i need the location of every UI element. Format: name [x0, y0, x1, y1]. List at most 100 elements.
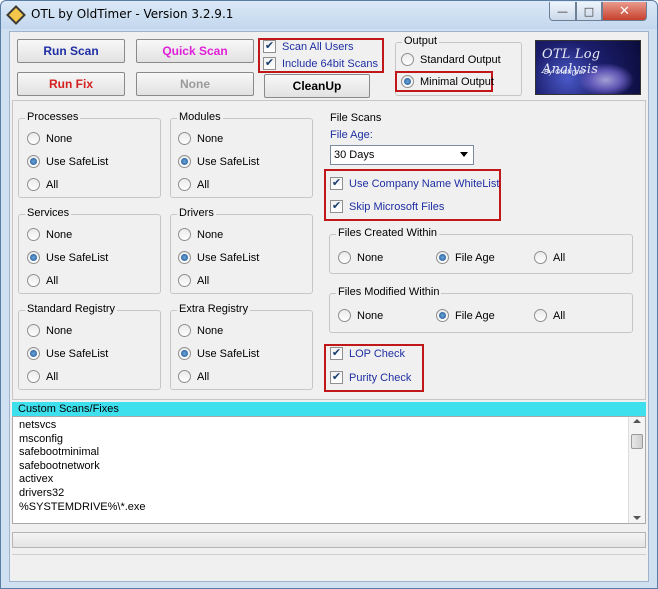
- standard-registry-none-radio[interactable]: None: [27, 324, 72, 337]
- services-none-radio[interactable]: None: [27, 228, 72, 241]
- title-bar[interactable]: OTL by OldTimer - Version 3.2.9.1 — □ ✕: [1, 1, 657, 29]
- custom-scans-textarea[interactable]: netsvcs msconfig safebootminimal safebootne…: [12, 416, 646, 524]
- scroll-thumb[interactable]: [631, 434, 643, 449]
- standard-output-label: Standard Output: [420, 53, 501, 66]
- run-scan-button[interactable]: Run Scan: [17, 39, 125, 63]
- created-none-radio[interactable]: None: [338, 251, 383, 264]
- modules-safelist-radio[interactable]: Use SafeList: [178, 155, 259, 168]
- radio-icon: [534, 309, 547, 322]
- modified-file-age-radio[interactable]: File Age: [436, 309, 495, 322]
- extra-registry-title: Extra Registry: [177, 303, 251, 315]
- radio-icon: [178, 132, 191, 145]
- chevron-down-icon: [460, 152, 468, 157]
- extra-registry-all-radio[interactable]: All: [178, 370, 209, 383]
- radio-icon: [27, 178, 40, 191]
- radio-label: Use SafeList: [197, 251, 260, 264]
- standard-registry-title: Standard Registry: [25, 303, 118, 315]
- main-panel: Run Scan Quick Scan Run Fix None CleanUp…: [9, 31, 649, 582]
- run-fix-button[interactable]: Run Fix: [17, 72, 125, 96]
- app-window: OTL by OldTimer - Version 3.2.9.1 — □ ✕ …: [0, 0, 658, 589]
- radio-icon: [178, 274, 191, 287]
- extra-registry-none-radio[interactable]: None: [178, 324, 223, 337]
- drivers-none-radio[interactable]: None: [178, 228, 223, 241]
- radio-icon: [178, 324, 191, 337]
- services-safelist-radio[interactable]: Use SafeList: [27, 251, 108, 264]
- radio-label: None: [197, 324, 224, 337]
- include-64bit-checkbox[interactable]: ✔ Include 64bit Scans: [263, 57, 378, 70]
- vertical-scrollbar[interactable]: [628, 417, 645, 523]
- file-age-value: 30 Days: [334, 149, 375, 161]
- radio-icon: [27, 132, 40, 145]
- scroll-down-icon[interactable]: [633, 516, 641, 520]
- radio-label: All: [197, 370, 210, 383]
- radio-label: All: [197, 178, 210, 191]
- radio-selected-icon: [178, 155, 191, 168]
- custom-scan-line: safebootnetwork: [19, 459, 100, 472]
- modified-all-radio[interactable]: All: [534, 309, 565, 322]
- radio-label: None: [357, 251, 384, 264]
- modules-title: Modules: [177, 111, 223, 123]
- modules-all-radio[interactable]: All: [178, 178, 209, 191]
- created-file-age-radio[interactable]: File Age: [436, 251, 495, 264]
- maximize-button[interactable]: □: [576, 2, 602, 21]
- modified-none-radio[interactable]: None: [338, 309, 383, 322]
- check-icon: ✔: [330, 200, 343, 213]
- radio-icon: [27, 370, 40, 383]
- drivers-all-radio[interactable]: All: [178, 274, 209, 287]
- standard-registry-safelist-radio[interactable]: Use SafeList: [27, 347, 108, 360]
- drivers-safelist-radio[interactable]: Use SafeList: [178, 251, 259, 264]
- created-all-radio[interactable]: All: [534, 251, 565, 264]
- custom-scan-line: drivers32: [19, 486, 65, 499]
- quick-scan-button[interactable]: Quick Scan: [136, 39, 254, 63]
- radio-icon: [27, 274, 40, 287]
- file-age-label: File Age:: [330, 129, 373, 141]
- file-age-dropdown[interactable]: 30 Days: [330, 145, 474, 165]
- close-button[interactable]: ✕: [602, 2, 647, 21]
- window-title: OTL by OldTimer - Version 3.2.9.1: [31, 7, 234, 21]
- radio-label: Use SafeList: [197, 155, 260, 168]
- services-all-radio[interactable]: All: [27, 274, 58, 287]
- processes-all-radio[interactable]: All: [27, 178, 58, 191]
- radio-selected-icon: [27, 155, 40, 168]
- lop-check-checkbox[interactable]: ✔ LOP Check: [330, 347, 405, 360]
- use-company-whitelist-checkbox[interactable]: ✔ Use Company Name WhiteList: [330, 177, 499, 190]
- logo-subtitle: By Oldtimer: [544, 68, 586, 76]
- check-icon: ✔: [263, 57, 276, 70]
- radio-selected-icon: [178, 347, 191, 360]
- custom-scan-line: activex: [19, 473, 54, 486]
- radio-label: File Age: [455, 251, 495, 264]
- cleanup-button[interactable]: CleanUp: [264, 74, 370, 98]
- standard-output-radio[interactable]: Standard Output: [401, 53, 501, 66]
- skip-microsoft-files-checkbox[interactable]: ✔ Skip Microsoft Files: [330, 200, 444, 213]
- minimal-output-label: Minimal Output: [420, 75, 494, 88]
- skip-microsoft-files-label: Skip Microsoft Files: [349, 200, 445, 213]
- none-button[interactable]: None: [136, 72, 254, 96]
- radio-selected-icon: [27, 251, 40, 264]
- standard-registry-all-radio[interactable]: All: [27, 370, 58, 383]
- purity-check-checkbox[interactable]: ✔ Purity Check: [330, 371, 411, 384]
- otl-log-analysis-logo: OTL Log Analysis By Oldtimer: [535, 40, 641, 95]
- radio-icon: [178, 370, 191, 383]
- minimize-button[interactable]: —: [549, 2, 576, 21]
- radio-label: None: [46, 324, 73, 337]
- scan-all-users-checkbox[interactable]: ✔ Scan All Users: [263, 40, 354, 53]
- custom-scan-line: msconfig: [19, 432, 64, 445]
- radio-label: File Age: [455, 309, 495, 322]
- check-icon: ✔: [330, 177, 343, 190]
- radio-selected-icon: [401, 75, 414, 88]
- minimal-output-radio[interactable]: Minimal Output: [401, 75, 494, 88]
- radio-label: All: [553, 251, 566, 264]
- output-group-title: Output: [402, 35, 440, 47]
- custom-scan-line: netsvcs: [19, 419, 57, 431]
- radio-label: None: [357, 309, 384, 322]
- radio-icon: [338, 309, 351, 322]
- scroll-up-icon[interactable]: [633, 419, 641, 423]
- drivers-title: Drivers: [177, 207, 216, 219]
- processes-none-radio[interactable]: None: [27, 132, 72, 145]
- extra-registry-safelist-radio[interactable]: Use SafeList: [178, 347, 259, 360]
- processes-safelist-radio[interactable]: Use SafeList: [27, 155, 108, 168]
- radio-icon: [401, 53, 414, 66]
- radio-selected-icon: [436, 251, 449, 264]
- progress-bar: [12, 532, 646, 548]
- modules-none-radio[interactable]: None: [178, 132, 223, 145]
